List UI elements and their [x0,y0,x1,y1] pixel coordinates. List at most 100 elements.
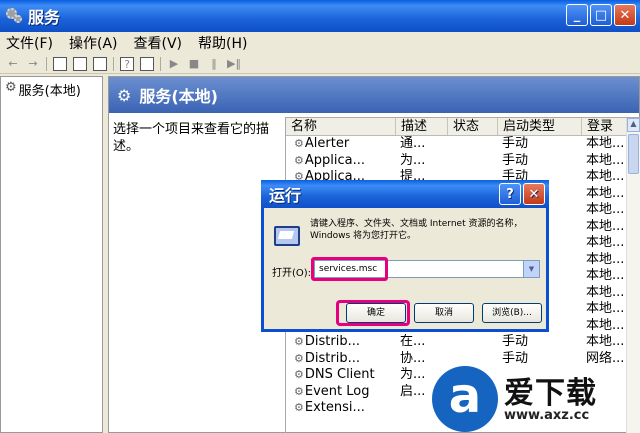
cancel-button[interactable]: 取消 [414,303,474,323]
table-cell: 本地... [586,317,625,333]
table-cell [448,351,498,368]
service-name: Event Log [304,383,370,399]
logo-name: 爱下载 [504,376,597,411]
start-service-icon[interactable]: ▶ [167,57,181,71]
service-name: Alerter [304,136,350,151]
close-button[interactable]: ✕ [614,4,636,26]
toolbar-divider [113,56,114,71]
menu-file[interactable]: 文件(F) [6,33,53,53]
table-cell: 本地... [586,202,625,217]
services-gear-icon: ⚙ [294,153,304,167]
table-cell: 在... [400,334,426,349]
maximize-button[interactable]: □ [590,4,612,26]
menu-view[interactable]: 查看(V) [134,33,183,53]
scroll-up-icon[interactable]: ▲ [627,118,640,132]
table-cell: 网络... [586,350,625,366]
table-cell: 本地... [586,268,625,283]
table-cell [448,334,498,351]
logo-url: www.axz.cc [504,408,590,423]
table-cell: 本地... [586,251,625,267]
chevron-down-icon[interactable]: ▼ [523,261,539,277]
table-cell: 本地... [586,185,625,201]
view-icon[interactable] [140,56,154,71]
services-gear-icon: ⚙ [294,137,304,150]
window-titlebar[interactable]: 服务 _ □ ✕ [0,0,640,32]
services-gear-icon: ⚙ [117,85,132,105]
table-row[interactable]: ⚙Distrib... 协... 手动 网络... [286,351,640,368]
open-label: 打开(O): [272,268,312,279]
table-row[interactable]: ⚙Distrib... 在... 手动 本地... [286,334,640,351]
services-list-header: 名称 描述 状态 启动类型 登录 [286,118,640,136]
browse-button[interactable]: 浏览(B)... [482,303,542,323]
table-row[interactable]: ⚙Alerter 通... 手动 本地... [286,136,640,153]
table-cell: 本地... [586,334,625,349]
service-name-cell: ⚙Alerter [286,136,396,153]
run-program-icon [274,226,300,246]
run-prompt-text: 请键入程序、文件夹、文档或 Internet 资源的名称，Windows 将为您… [310,219,523,241]
service-name-cell: ⚙Extensi... [286,400,396,417]
toolbar-divider [160,56,161,71]
service-name-cell: ⚙Event Log [286,384,396,401]
services-gear-icon: ⚙ [294,384,304,398]
back-arrow-icon[interactable]: ← [6,57,20,71]
toolbar-divider [46,56,47,71]
properties-icon[interactable] [73,56,87,71]
table-cell: 本地... [586,152,625,168]
services-gear-icon: ⚙ [294,335,304,348]
table-cell: 本地... [586,284,625,300]
table-cell: 为... [400,152,426,168]
column-header-logon[interactable]: 登录 [582,118,628,135]
service-description: 选择一个项目来查看它的描述。 [113,122,270,154]
services-gear-icon: ⚙ [294,368,304,381]
table-cell: 手动 [502,334,529,349]
table-cell: 本地... [586,301,625,316]
table-cell: 本地... [586,235,625,250]
service-name: Distrib... [304,334,360,349]
menu-bar: 文件(F) 操作(A) 查看(V) 帮助(H) [0,32,640,54]
window-title: 服务 [28,8,61,27]
ok-highlight-box [336,300,410,326]
services-gear-icon: ⚙ [5,80,17,95]
column-header-startup-type[interactable]: 启动类型 [498,118,582,135]
service-name-cell: ⚙Distrib... [286,334,396,351]
help-button[interactable]: ? [499,183,521,205]
pause-service-icon[interactable]: ‖ [207,57,221,71]
table-cell: 本地... [586,218,625,234]
help-icon[interactable]: ? [120,56,134,71]
table-cell [448,136,498,153]
console-tree: ⚙ 服务(本地) [0,76,103,433]
services-gear-icon: ⚙ [294,351,304,365]
table-cell: 通... [400,136,426,151]
restart-service-icon[interactable]: ▶‖ [227,57,241,71]
menu-help[interactable]: 帮助(H) [198,33,247,53]
watermark-logo: a 爱下载 www.axz.cc [432,366,640,433]
run-dialog-title: 运行 [269,186,302,205]
services-gear-icon: ⚙ [294,401,304,414]
services-gear-icon [6,8,22,24]
tree-item-services-local[interactable]: 服务(本地) [19,80,81,99]
table-cell: 本地... [586,136,625,151]
scroll-thumb[interactable] [628,134,639,174]
table-cell: 协... [400,350,426,366]
service-name-cell: ⚙Applica... [286,153,396,170]
export-list-icon[interactable] [93,56,107,71]
column-header-description[interactable]: 描述 [396,118,448,135]
table-cell: 手动 [502,152,529,168]
details-header: ⚙ 服务(本地) [109,77,639,113]
table-cell: 手动 [502,136,529,151]
column-header-name[interactable]: 名称 [286,118,396,135]
table-row[interactable]: ⚙Applica... 为... 手动 本地... [286,153,640,170]
stop-service-icon[interactable]: ■ [187,57,201,71]
run-close-button[interactable]: ✕ [523,183,545,205]
run-dialog-titlebar[interactable]: 运行 ? ✕ [261,180,549,208]
logo-mark: a [432,366,498,432]
forward-arrow-icon[interactable]: → [26,57,40,71]
table-cell: 本地... [586,169,625,184]
menu-action[interactable]: 操作(A) [69,33,118,53]
minimize-button[interactable]: _ [566,4,588,26]
service-name: Applica... [304,152,366,168]
column-header-status[interactable]: 状态 [448,118,498,135]
console-tree-icon[interactable] [53,56,67,71]
service-name-cell: ⚙DNS Client [286,367,396,384]
service-name: Distrib... [304,350,360,366]
